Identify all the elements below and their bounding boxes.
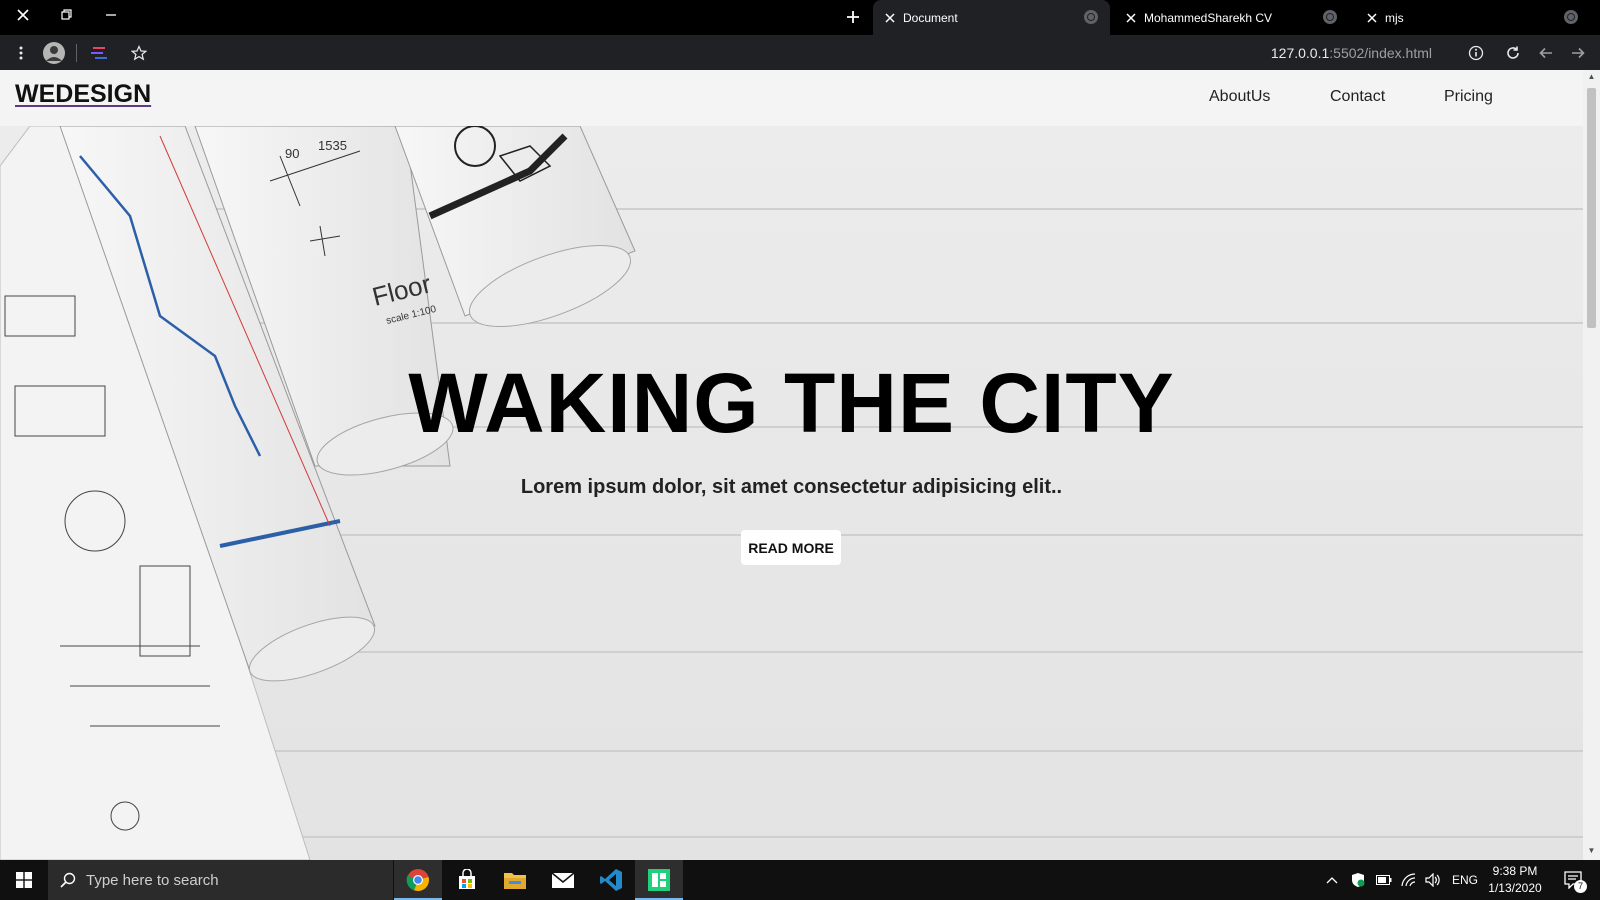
scrollbar-thumb[interactable] xyxy=(1587,88,1596,328)
action-center-button[interactable]: 7 xyxy=(1556,860,1592,900)
taskbar-vscode[interactable] xyxy=(587,860,635,900)
taskbar-chrome[interactable] xyxy=(394,860,442,900)
address-bar[interactable]: 127.0.0.1:5502/index.html xyxy=(1271,35,1432,70)
search-placeholder: Type here to search xyxy=(86,871,219,889)
chevron-up-icon xyxy=(1326,877,1338,884)
profile-button[interactable] xyxy=(41,35,67,70)
restore-window-button[interactable] xyxy=(44,0,90,30)
globe-icon xyxy=(1564,10,1578,24)
shield-icon xyxy=(1352,873,1365,887)
chrome-icon xyxy=(406,869,429,892)
page-scrollbar[interactable]: ▲ ▼ xyxy=(1583,70,1600,860)
scroll-up-arrow-icon[interactable]: ▲ xyxy=(1587,72,1596,81)
browser-tab[interactable]: mjs xyxy=(1355,0,1590,35)
battery-icon xyxy=(1376,875,1392,885)
globe-icon xyxy=(1084,10,1098,24)
extension-icon xyxy=(91,46,107,59)
site-info-button[interactable] xyxy=(1463,35,1489,70)
close-icon xyxy=(17,9,29,21)
page-viewport: WEDESIGN AboutUs Contact Pricing 90 1535… xyxy=(0,70,1600,860)
reload-icon xyxy=(1507,46,1519,59)
taskbar-file-explorer[interactable] xyxy=(491,860,539,900)
tab-title: Document xyxy=(903,10,958,25)
star-icon xyxy=(131,44,147,60)
battery-tray-button[interactable] xyxy=(1372,860,1396,900)
new-tab-button[interactable] xyxy=(836,0,870,34)
start-button[interactable] xyxy=(0,860,48,900)
clock-date: 1/13/2020 xyxy=(1488,881,1542,895)
back-button[interactable] xyxy=(1533,35,1559,70)
speaker-icon xyxy=(1425,873,1440,887)
blueprint-dim-1: 90 xyxy=(285,146,299,161)
wifi-icon xyxy=(1401,873,1416,887)
hero-subtitle: Lorem ipsum dolor, sit amet consectetur … xyxy=(520,476,1063,498)
store-icon xyxy=(459,869,475,889)
hero-section: 90 1535 Floor scale 1:100 WAKING THE CIT… xyxy=(0,126,1583,860)
menu-button[interactable] xyxy=(8,35,34,70)
extension-button[interactable] xyxy=(86,35,112,70)
show-hidden-icons-button[interactable] xyxy=(1320,860,1344,900)
url-path: :5502/index.html xyxy=(1329,44,1432,61)
close-tab-icon[interactable] xyxy=(883,11,897,25)
security-tray-button[interactable] xyxy=(1346,860,1370,900)
nav-link-pricing[interactable]: Pricing xyxy=(1444,88,1493,106)
windows-taskbar: Type here to search ENG 9:38 PM 1/13/202… xyxy=(0,860,1600,900)
clock-time: 9:38 PM xyxy=(1492,864,1538,878)
close-tab-icon[interactable] xyxy=(1124,11,1138,25)
site-navbar: WEDESIGN AboutUs Contact Pricing xyxy=(0,70,1583,126)
taskbar-search[interactable]: Type here to search xyxy=(48,860,393,900)
plus-icon xyxy=(847,11,859,23)
blueprint-dim-2: 1535 xyxy=(318,138,347,153)
network-tray-button[interactable] xyxy=(1397,860,1421,900)
site-logo[interactable]: WEDESIGN xyxy=(15,80,151,109)
nav-link-contact[interactable]: Contact xyxy=(1330,88,1385,106)
taskbar-app[interactable] xyxy=(635,860,683,900)
forward-button[interactable] xyxy=(1565,35,1591,70)
hero-title: WAKING THE CITY xyxy=(408,356,1175,450)
bookmark-button[interactable] xyxy=(126,35,152,70)
taskbar-mail[interactable] xyxy=(539,860,587,900)
arrow-right-icon xyxy=(1572,47,1585,58)
browser-tab[interactable]: Document xyxy=(873,0,1110,35)
mail-icon xyxy=(551,872,575,888)
minimize-window-button[interactable] xyxy=(88,0,134,30)
app-icon xyxy=(648,869,670,891)
tab-title: mjs xyxy=(1385,10,1404,25)
browser-tab[interactable]: MohammedSharekh CV xyxy=(1114,0,1349,35)
avatar xyxy=(43,41,65,64)
toolbar-divider xyxy=(75,35,77,70)
folder-icon xyxy=(504,873,526,889)
reload-button[interactable] xyxy=(1500,35,1526,70)
nav-link-aboutus[interactable]: AboutUs xyxy=(1209,88,1270,106)
taskbar-store[interactable] xyxy=(443,860,491,900)
browser-toolbar: 127.0.0.1:5502/index.html xyxy=(0,35,1600,70)
windows-logo-icon xyxy=(16,872,32,888)
volume-tray-button[interactable] xyxy=(1421,860,1445,900)
globe-icon xyxy=(1323,10,1337,24)
input-language-indicator[interactable]: ENG xyxy=(1449,860,1481,900)
tab-title: MohammedSharekh CV xyxy=(1144,10,1273,25)
close-tab-icon[interactable] xyxy=(1365,11,1379,25)
info-icon xyxy=(1468,45,1484,60)
browser-tab-strip: Document MohammedSharekh CV mjs xyxy=(0,0,1600,35)
url-host: 127.0.0.1 xyxy=(1270,44,1330,61)
minimize-icon xyxy=(106,14,116,16)
vscode-icon xyxy=(600,869,622,891)
kebab-menu-icon xyxy=(19,46,23,59)
read-more-button[interactable]: READ MORE xyxy=(741,530,841,565)
notification-badge: 7 xyxy=(1574,880,1587,893)
scroll-down-arrow-icon[interactable]: ▼ xyxy=(1587,846,1596,855)
restore-icon xyxy=(61,9,72,20)
taskbar-clock[interactable]: 9:38 PM 1/13/2020 xyxy=(1480,863,1550,897)
close-window-button[interactable] xyxy=(0,0,46,30)
arrow-left-icon xyxy=(1539,47,1552,58)
search-icon xyxy=(60,872,76,888)
